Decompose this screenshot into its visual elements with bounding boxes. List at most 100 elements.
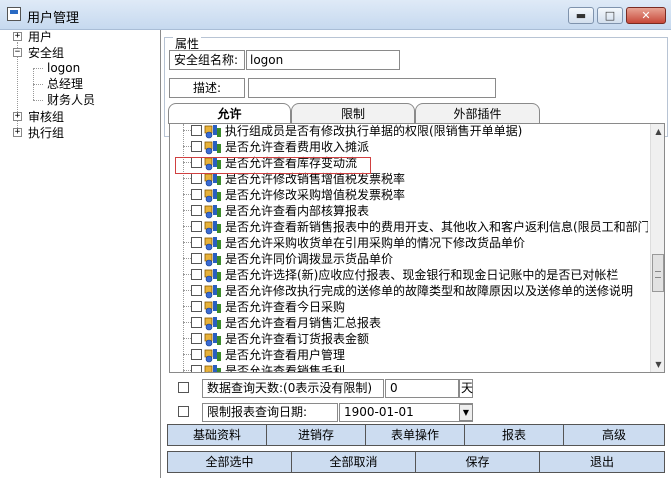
save-button[interactable]: 保存 [415,451,540,473]
query-date-select[interactable]: 1900-01-01 [339,403,473,422]
selection-highlight [175,157,371,174]
permission-checkbox[interactable] [191,301,202,312]
tree-line [183,242,191,243]
permission-checkbox[interactable] [191,205,202,216]
permission-checkbox[interactable] [191,317,202,328]
description-input[interactable] [248,78,496,98]
action-button-row: 全部选中 全部取消 保存 退出 [167,451,667,473]
query-days-checkbox[interactable] [178,382,189,393]
permission-row[interactable]: 是否允许查看今日采购 [170,299,648,315]
scroll-down-icon[interactable]: ▼ [651,357,664,372]
properties-panel: 属性 安全组名称: logon 描述: 允许 限制 外部插件 执行组成员是否有修… [161,30,671,478]
permission-label: 是否允许修改执行完成的送修单的故障类型和故障原因以及送修单的送修说明 [225,284,634,298]
title-bar: 用户管理 ▬ □ ✕ [0,0,671,30]
permission-label: 是否允许采购收货单在引用采购单的情况下修改货品单价 [225,236,526,250]
expand-icon[interactable]: + [13,32,22,41]
tree-line [183,226,191,227]
tree-line [183,210,191,211]
exit-button[interactable]: 退出 [539,451,665,473]
tree-node-general-manager[interactable]: 总经理 [47,77,83,92]
window-title: 用户管理 [27,11,80,26]
days-unit: 天 [459,379,473,398]
app-icon [7,7,21,21]
tree-node-execution-group[interactable]: 执行组 [28,126,64,141]
permission-checkbox[interactable] [191,189,202,200]
query-days-label: 数据查询天数:(0表示没有限制) [202,379,384,398]
description-label: 描述: [169,78,245,98]
permission-row[interactable]: 是否允许查看销售毛利 [170,363,648,372]
maximize-button[interactable]: □ [597,7,623,24]
permission-checkbox[interactable] [191,237,202,248]
tab-restrict[interactable]: 限制 [291,103,415,123]
permission-icon [204,251,222,267]
permission-icon [204,187,222,203]
permission-icon [204,315,222,331]
permission-row[interactable]: 是否允许查看费用收入摊派 [170,139,648,155]
expand-icon[interactable]: + [13,112,22,121]
permission-row[interactable]: 是否允许查看订货报表金额 [170,331,648,347]
permission-checkbox[interactable] [191,173,202,184]
tree-node-logon[interactable]: logon [47,61,80,76]
permission-icon [204,219,222,235]
vertical-scrollbar[interactable]: ▲ ▼ [650,124,664,372]
permission-checkbox[interactable] [191,349,202,360]
basic-data-button[interactable]: 基础资料 [167,424,267,446]
advanced-button[interactable]: 高级 [563,424,665,446]
permission-label: 是否允许修改采购增值税发票税率 [225,188,406,202]
tree-line [183,290,191,291]
permission-row[interactable]: 是否允许查看用户管理 [170,347,648,363]
inventory-button[interactable]: 进销存 [266,424,366,446]
permission-checkbox[interactable] [191,269,202,280]
permission-checkbox[interactable] [191,365,202,372]
group-tree[interactable]: + 用户 − 安全组 logon 总经理 财务人员 + 审核组 + 执行组 [0,30,161,478]
tree-line [183,274,191,275]
permission-checkbox[interactable] [191,221,202,232]
permission-list[interactable]: 执行组成员是否有修改执行单据的权限(限销售开单单据) 是否允许查看费用收入摊派 是否… [169,123,665,373]
permission-checkbox[interactable] [191,253,202,264]
permission-checkbox[interactable] [191,333,202,344]
query-date-checkbox[interactable] [178,406,189,417]
permission-row[interactable]: 是否允许查看月销售汇总报表 [170,315,648,331]
permission-row[interactable]: 是否允许同价调拨显示货品单价 [170,251,648,267]
tree-node-security-group[interactable]: 安全组 [28,46,64,61]
permission-label: 是否允许同价调拨显示货品单价 [225,252,394,266]
permission-row[interactable]: 是否允许选择(新)应收应付报表、现金银行和现金日记账中的是否已对帐栏 [170,267,648,283]
group-name-input[interactable]: logon [246,50,400,70]
tree-node-users[interactable]: 用户 [28,30,52,45]
query-date-label: 限制报表查询日期: [202,403,338,422]
permission-icon [204,124,222,139]
permission-row[interactable]: 是否允许采购收货单在引用采购单的情况下修改货品单价 [170,235,648,251]
permission-row[interactable]: 执行组成员是否有修改执行单据的权限(限销售开单单据) [170,124,648,139]
permission-checkbox[interactable] [191,141,202,152]
close-button[interactable]: ✕ [626,7,666,24]
expand-icon[interactable]: + [13,128,22,137]
select-all-button[interactable]: 全部选中 [167,451,292,473]
collapse-icon[interactable]: − [13,48,22,57]
permission-icon [204,139,222,155]
scroll-up-icon[interactable]: ▲ [651,124,664,139]
permission-checkbox[interactable] [191,125,202,136]
permission-row[interactable]: 是否允许查看内部核算报表 [170,203,648,219]
permission-label: 是否允许查看费用收入摊派 [225,140,370,154]
deselect-all-button[interactable]: 全部取消 [291,451,416,473]
tree-line [183,354,191,355]
permission-row[interactable]: 是否允许查看新销售报表中的费用开支、其他收入和客户返利信息(限员工和部门 [170,219,648,235]
form-operations-button[interactable]: 表单操作 [365,424,465,446]
reports-button[interactable]: 报表 [464,424,564,446]
permission-icon [204,267,222,283]
permission-row[interactable]: 是否允许修改采购增值税发票税率 [170,187,648,203]
permission-row[interactable]: 是否允许修改执行完成的送修单的故障类型和故障原因以及送修单的送修说明 [170,283,648,299]
scroll-thumb[interactable] [652,254,664,292]
tree-node-finance-staff[interactable]: 财务人员 [47,93,95,108]
minimize-button[interactable]: ▬ [568,7,594,24]
permission-checkbox[interactable] [191,285,202,296]
category-button-row: 基础资料 进销存 表单操作 报表 高级 [167,424,667,446]
permission-label: 是否允许查看月销售汇总报表 [225,316,382,330]
permission-icon [204,203,222,219]
chevron-down-icon[interactable]: ▼ [459,404,473,421]
permission-label: 是否允许查看订货报表金额 [225,332,370,346]
tree-node-audit-group[interactable]: 审核组 [28,110,64,125]
tab-plugins[interactable]: 外部插件 [415,103,540,123]
query-days-input[interactable]: 0 [385,379,459,398]
tab-allow[interactable]: 允许 [168,103,291,124]
